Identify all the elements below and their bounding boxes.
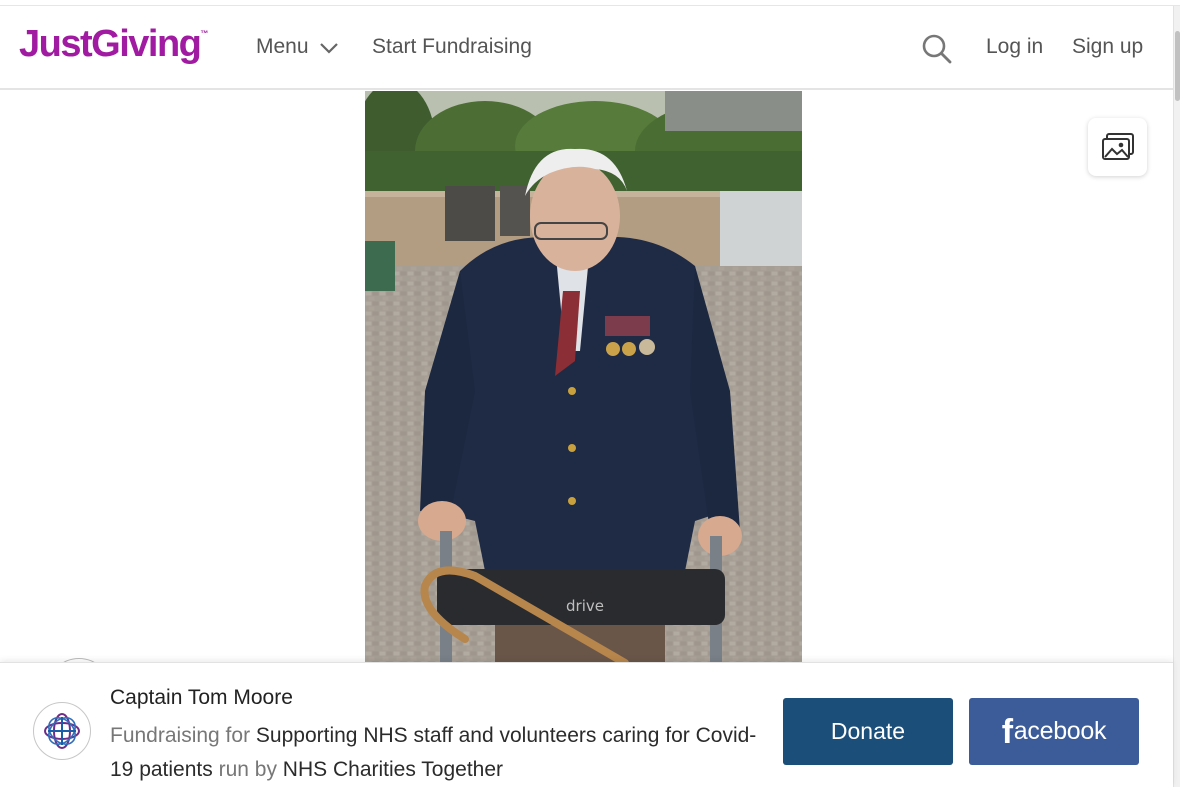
- search-icon: [922, 34, 952, 64]
- fundraising-prefix: Fundraising for: [110, 724, 256, 747]
- facebook-label: acebook: [1013, 717, 1107, 745]
- login-link[interactable]: Log in: [986, 35, 1043, 59]
- run-by-text: run by: [212, 758, 283, 781]
- signup-link[interactable]: Sign up: [1072, 35, 1143, 59]
- charity-logo: [33, 702, 91, 760]
- charity-name[interactable]: NHS Charities Together: [283, 758, 503, 781]
- fundraising-description: Fundraising for Supporting NHS staff and…: [110, 719, 760, 787]
- walker-brand: drive: [566, 597, 604, 615]
- donate-button[interactable]: Donate: [783, 698, 953, 765]
- facebook-share-button[interactable]: f acebook: [969, 698, 1139, 765]
- nhs-charities-logo-icon: [44, 713, 80, 749]
- start-fundraising-link[interactable]: Start Fundraising: [372, 35, 532, 59]
- menu-dropdown[interactable]: Menu: [256, 35, 339, 59]
- facebook-icon: f: [1001, 712, 1013, 751]
- scrollbar-thumb[interactable]: [1175, 31, 1180, 101]
- image-gallery-icon: [1101, 133, 1134, 160]
- fundraiser-cover-photo: drive: [365, 91, 802, 663]
- site-header: JustGiving™ Menu Start Fundraising Log i…: [0, 6, 1173, 90]
- menu-label: Menu: [256, 35, 309, 58]
- chevron-down-icon: [319, 43, 338, 54]
- photo-illustration: drive: [365, 91, 802, 663]
- fundraiser-name: Captain Tom Moore: [110, 686, 293, 709]
- justgiving-logo[interactable]: JustGiving™: [19, 23, 208, 66]
- search-button[interactable]: [920, 32, 954, 66]
- gallery-button[interactable]: [1088, 118, 1147, 176]
- page-scrollbar[interactable]: [1173, 6, 1180, 787]
- sticky-donate-bar: Captain Tom Moore Fundraising for Suppor…: [0, 662, 1173, 787]
